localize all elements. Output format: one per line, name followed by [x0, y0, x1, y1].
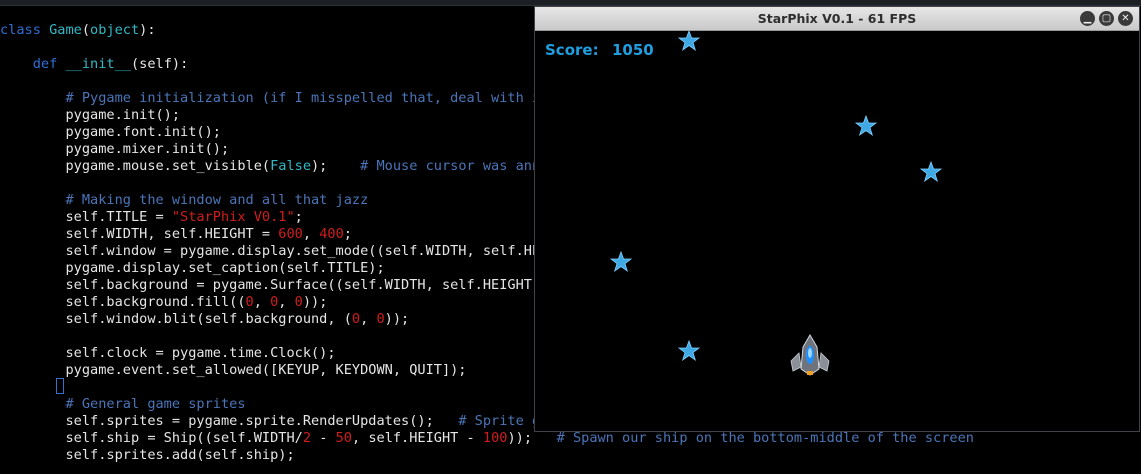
code-token: Game — [49, 22, 82, 38]
star-sprite-icon — [678, 340, 700, 362]
code-line: self.window.blit(self.background, (0, 0)… — [0, 311, 409, 328]
text-cursor — [56, 378, 64, 394]
code-token: - — [311, 430, 336, 446]
code-token: self.WIDTH, self.HEIGHT = — [0, 226, 279, 242]
maximize-icon[interactable]: ▢ — [1099, 11, 1114, 26]
code-token: pygame.event.set_allowed([KEYUP, KEYDOWN… — [0, 362, 467, 378]
star-sprite-icon — [920, 161, 942, 183]
code-token: 50 — [335, 430, 352, 446]
code-token: 0 — [245, 294, 254, 310]
code-token: self.ship = Ship((self.WIDTH/ — [0, 430, 303, 446]
code-line: self.TITLE = "StarPhix V0.1"; — [0, 209, 303, 226]
code-token: self.TITLE = — [0, 209, 172, 225]
code-token: ; — [294, 209, 303, 225]
code-token: # Spawn our ship on the bottom-middle of… — [556, 430, 974, 446]
star-sprite-icon — [678, 30, 700, 52]
game-canvas[interactable]: Score: 1050 — [535, 30, 1139, 431]
code-line: # Pygame initialization (if I misspelled… — [0, 90, 548, 107]
code-token: )); — [302, 294, 328, 310]
code-token: class — [0, 22, 50, 38]
code-token: self.sprites.add(self.ship); — [0, 447, 295, 463]
score-value: 1050 — [612, 41, 654, 59]
player-ship-icon — [785, 331, 835, 379]
code-token: # General game sprites — [0, 396, 246, 412]
code-token: , self.HEIGHT - — [351, 430, 483, 446]
code-token: def — [32, 56, 66, 72]
code-line: # Making the window and all that jazz — [0, 192, 368, 209]
code-token: pygame.mixer.init(); — [0, 141, 230, 157]
code-token: pygame.font.init(); — [0, 124, 221, 140]
code-line: pygame.event.set_allowed([KEYUP, KEYDOWN… — [0, 362, 467, 379]
code-line: self.WIDTH, self.HEIGHT = 600, 400; — [0, 226, 352, 243]
code-token: "StarPhix V0.1" — [171, 209, 295, 225]
code-token: ; — [343, 226, 352, 242]
code-line: def __init__(self): — [0, 56, 189, 73]
code-token: # Mouse cursor was anno — [360, 158, 549, 174]
code-line: pygame.font.init(); — [0, 124, 221, 141]
code-line: self.clock = pygame.time.Clock(); — [0, 345, 336, 362]
code-line: pygame.display.set_caption(self.TITLE); — [0, 260, 385, 277]
code-token: 0 — [294, 294, 303, 310]
code-token: self.window.blit(self.background, ( — [0, 311, 352, 327]
code-token: , — [253, 294, 271, 310]
code-line: self.background.fill((0, 0, 0)); — [0, 294, 327, 311]
code-line: pygame.mixer.init(); — [0, 141, 229, 158]
code-line: # General game sprites — [0, 396, 246, 413]
code-token: 600 — [278, 226, 303, 242]
code-token: )); — [384, 311, 410, 327]
code-token: ): — [139, 22, 156, 38]
minimize-icon[interactable]: ▁ — [1080, 11, 1095, 26]
code-token: (self): — [130, 56, 189, 72]
star-sprite-icon — [610, 251, 632, 273]
code-token: object — [90, 22, 140, 38]
code-token: # Making the window and all that jazz — [0, 192, 369, 208]
code-line: self.window = pygame.display.set_mode((s… — [0, 243, 548, 260]
close-icon[interactable]: ✕ — [1118, 11, 1133, 26]
code-token: ( — [81, 22, 91, 38]
code-line: self.sprites.add(self.ship); — [0, 447, 295, 464]
code-token: ); — [311, 158, 361, 174]
code-token: __init__ — [65, 56, 131, 72]
code-token: 0 — [376, 311, 385, 327]
star-sprite-icon — [855, 115, 877, 137]
code-token: 2 — [302, 430, 312, 446]
code-token: pygame.init(); — [0, 107, 181, 123]
code-token: self.sprites = pygame.sprite.RenderUpdat… — [0, 413, 459, 429]
window-titlebar[interactable]: StarPhix V0.1 - 61 FPS ▁ ▢ ✕ — [535, 7, 1139, 31]
window-title: StarPhix V0.1 - 61 FPS — [757, 11, 917, 26]
code-token: pygame.display.set_caption(self.TITLE); — [0, 260, 385, 276]
code-token: # Pygame initialization (if I misspelled… — [0, 90, 549, 106]
code-line: class Game(object): — [0, 22, 156, 39]
code-token: self.background = pygame.Surface((self.W… — [0, 277, 549, 293]
code-line: pygame.init(); — [0, 107, 180, 124]
code-token: 400 — [319, 226, 344, 242]
code-token: self.window = pygame.display.set_mode((s… — [0, 243, 549, 259]
code-token: self.clock = pygame.time.Clock(); — [0, 345, 336, 361]
code-token: 100 — [482, 430, 508, 446]
code-token: self.background.fill(( — [0, 294, 246, 310]
code-token: , — [360, 311, 377, 327]
code-token: 0 — [351, 311, 361, 327]
code-token: pygame.mouse.set_visible( — [0, 158, 271, 174]
code-line: self.ship = Ship((self.WIDTH/2 - 50, sel… — [0, 430, 974, 447]
code-token: , — [302, 226, 320, 242]
code-line: self.sprites = pygame.sprite.RenderUpdat… — [0, 413, 548, 430]
code-line: pygame.mouse.set_visible(False); # Mouse… — [0, 158, 548, 175]
score-label: Score: — [545, 41, 599, 59]
code-token: )); — [507, 430, 557, 446]
code-line: self.background = pygame.Surface((self.W… — [0, 277, 548, 294]
game-window[interactable]: StarPhix V0.1 - 61 FPS ▁ ▢ ✕ Score: 1050 — [534, 6, 1140, 432]
code-token: , — [278, 294, 295, 310]
code-token: False — [270, 158, 311, 174]
